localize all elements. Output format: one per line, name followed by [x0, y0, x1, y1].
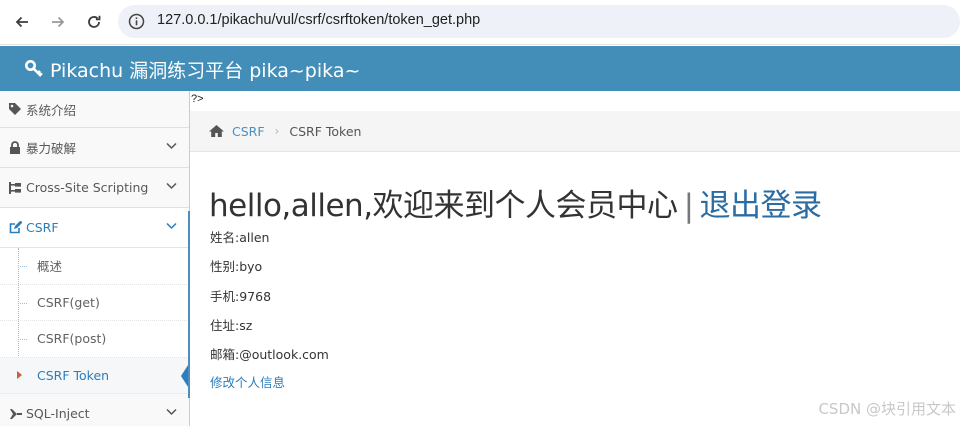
caret-right-icon — [17, 370, 22, 379]
forward-button[interactable] — [44, 8, 72, 36]
logout-link[interactable]: 退出登录 — [700, 188, 823, 224]
sidebar-item-label: 暴力破解 — [26, 141, 77, 156]
url-text: 127.0.0.1/pikachu/vul/csrf/csrftoken/tok… — [157, 12, 481, 28]
site-header: Pikachu 漏洞练习平台 pika~pika~ — [0, 46, 960, 91]
sidebar-item-label: SQL-Inject — [26, 406, 90, 421]
arrow-right-icon — [52, 16, 65, 28]
profile-gender: 性别:byo — [210, 259, 263, 274]
back-button[interactable] — [8, 8, 36, 36]
profile-email: 邮箱:@outlook.com — [210, 347, 329, 362]
breadcrumb: CSRF › CSRF Token — [190, 111, 960, 152]
chevron-down-icon — [166, 408, 177, 416]
open-menu-indicator — [188, 211, 190, 398]
breadcrumb-link-csrf[interactable]: CSRF — [232, 124, 265, 139]
csrf-submenu: 概述 CSRF(get) CSRF(post) CSRF Token — [0, 248, 190, 394]
profile-phone: 手机:9768 — [210, 289, 272, 304]
watermark: CSDN @块引用文本 — [818, 400, 956, 418]
profile-address: 住址:sz — [210, 318, 253, 333]
site-info-icon[interactable] — [128, 13, 145, 30]
lock-icon — [7, 141, 23, 154]
brand-title: Pikachu 漏洞练习平台 pika~pika~ — [50, 59, 361, 82]
submenu-item-label: CSRF(get) — [37, 294, 100, 310]
submenu-item-label: CSRF(post) — [37, 331, 107, 347]
sidebar-item-label: 系统介绍 — [26, 102, 77, 118]
submenu-item-csrf-post[interactable]: CSRF(post) — [0, 321, 189, 358]
chevron-right-icon: › — [274, 124, 280, 138]
edit-profile-link[interactable]: 修改个人信息 — [210, 372, 285, 391]
submenu-item-label: 概述 — [37, 259, 63, 275]
sitemap-icon — [7, 181, 23, 195]
chevron-down-icon — [166, 222, 177, 230]
sidebar-item-bruteforce[interactable]: 暴力破解 — [0, 128, 189, 168]
reload-icon — [88, 15, 101, 28]
submenu-item-label: CSRF Token — [37, 367, 110, 383]
submenu-dash — [20, 302, 27, 304]
submenu-item-csrf-get[interactable]: CSRF(get) — [0, 285, 189, 321]
reload-button[interactable] — [80, 8, 108, 36]
tag-icon — [7, 102, 23, 116]
sidebar-item-csrf[interactable]: CSRF — [0, 208, 189, 248]
sidebar-item-label: Cross-Site Scripting — [26, 180, 149, 195]
address-bar[interactable]: 127.0.0.1/pikachu/vul/csrf/csrftoken/tok… — [118, 5, 960, 38]
edit-icon — [7, 221, 23, 234]
breadcrumb-current: CSRF Token — [289, 123, 362, 139]
arrow-left-icon — [15, 16, 28, 28]
sidebar-item-xss[interactable]: Cross-Site Scripting — [0, 168, 189, 208]
stray-code-text: ?> — [191, 93, 204, 105]
plane-icon — [7, 408, 23, 420]
welcome-heading: hello,allen,欢迎来到个人会员中心 | 退出登录 — [209, 180, 822, 225]
home-icon[interactable] — [208, 124, 225, 138]
submenu-item-csrf-token[interactable]: CSRF Token — [0, 357, 190, 394]
welcome-divider: | — [683, 188, 694, 224]
sidebar-item-intro[interactable]: 系统介绍 — [0, 91, 189, 128]
profile-name: 姓名:allen — [210, 230, 270, 245]
submenu-dash — [20, 339, 27, 340]
brand[interactable]: Pikachu 漏洞练习平台 pika~pika~ — [24, 56, 360, 82]
chevron-down-icon — [166, 182, 177, 190]
submenu-item-overview[interactable]: 概述 — [0, 248, 189, 285]
sidebar-item-sqli[interactable]: SQL-Inject — [0, 394, 189, 426]
chevron-down-icon — [166, 142, 177, 150]
browser-toolbar: 127.0.0.1/pikachu/vul/csrf/csrftoken/tok… — [0, 0, 960, 45]
key-icon — [25, 60, 43, 77]
sidebar: 系统介绍 暴力破解 Cross-Site Scripting CSRF 概述 C… — [0, 91, 190, 426]
welcome-text: hello,allen,欢迎来到个人会员中心 — [209, 188, 678, 224]
submenu-dash — [20, 266, 27, 267]
sidebar-item-label: CSRF — [26, 220, 59, 235]
